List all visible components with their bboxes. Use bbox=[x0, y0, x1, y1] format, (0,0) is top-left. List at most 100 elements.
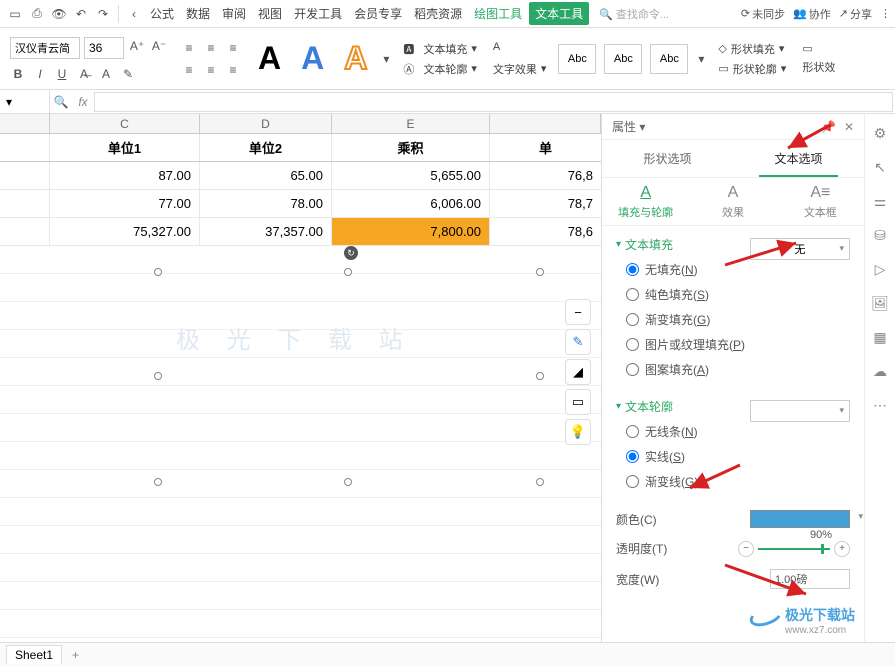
slider-track[interactable] bbox=[758, 548, 830, 550]
col-d[interactable]: D bbox=[200, 114, 332, 133]
menu-texttools[interactable]: 文本工具 bbox=[529, 2, 589, 25]
section-title-outline[interactable]: 文本轮廓 bbox=[616, 398, 673, 415]
add-sheet-icon[interactable]: + bbox=[66, 648, 85, 662]
decrease-font-icon[interactable]: A⁻ bbox=[150, 37, 168, 55]
resize-handle[interactable] bbox=[154, 372, 162, 380]
cell[interactable]: 75,327.00 bbox=[50, 218, 200, 245]
fill-preset-select[interactable]: 无 bbox=[750, 238, 850, 260]
resize-handle[interactable] bbox=[536, 268, 544, 276]
menu-left-icon[interactable]: ‹ bbox=[125, 5, 143, 23]
shape-style-more-icon[interactable]: ▾ bbox=[692, 50, 710, 68]
menu-devtools[interactable]: 开发工具 bbox=[289, 2, 347, 25]
wordart-more-icon[interactable]: ▾ bbox=[377, 50, 395, 68]
col-e[interactable]: E bbox=[332, 114, 490, 133]
tab-text-options[interactable]: 文本选项 bbox=[733, 140, 864, 177]
increase-icon[interactable]: + bbox=[834, 541, 850, 557]
side-play-icon[interactable]: ▷ bbox=[871, 260, 889, 278]
row-head[interactable] bbox=[0, 162, 50, 189]
pen-tool-icon[interactable]: ✎ bbox=[565, 329, 591, 355]
command-search[interactable]: 🔍 查找命令... bbox=[589, 6, 741, 22]
sheet-tab[interactable]: Sheet1 bbox=[6, 645, 62, 664]
cell[interactable]: 76,8 bbox=[490, 162, 601, 189]
resize-handle[interactable] bbox=[536, 478, 544, 486]
shape-style-3[interactable]: Abc bbox=[650, 44, 688, 74]
fill-tool-icon[interactable]: ◢ bbox=[565, 359, 591, 385]
rotate-handle-icon[interactable]: ↻ bbox=[344, 246, 358, 260]
menu-vip[interactable]: 会员专享 bbox=[349, 2, 407, 25]
cell[interactable]: 87.00 bbox=[50, 162, 200, 189]
pin-icon[interactable]: 📌 bbox=[821, 120, 836, 134]
shape-effect-button[interactable]: ▭ bbox=[802, 42, 835, 55]
underline-button[interactable]: U bbox=[54, 67, 70, 81]
italic-button[interactable]: I bbox=[32, 67, 48, 81]
undo-icon[interactable]: ↶ bbox=[72, 5, 90, 23]
font-name-select[interactable]: 汉仪青云简 bbox=[10, 37, 80, 59]
radio-solid-fill[interactable]: 纯色填充(S) bbox=[626, 286, 850, 303]
highlight-button[interactable]: ✎ bbox=[120, 67, 136, 81]
rect-tool-icon[interactable]: ▭ bbox=[565, 389, 591, 415]
resize-handle[interactable] bbox=[344, 478, 352, 486]
preview-icon[interactable]: 👁 bbox=[50, 5, 68, 23]
cell[interactable]: 6,006.00 bbox=[332, 190, 490, 217]
align-bot-icon[interactable]: ≡ bbox=[224, 39, 242, 57]
section-title-fill[interactable]: 文本填充 bbox=[616, 236, 673, 253]
col-c[interactable]: C bbox=[50, 114, 200, 133]
fontcolor-button[interactable]: A bbox=[98, 67, 114, 81]
name-box[interactable]: ▾ bbox=[0, 90, 50, 113]
opacity-slider[interactable]: − 90% + bbox=[738, 541, 850, 557]
coop-button[interactable]: 👥 协作 bbox=[793, 6, 831, 22]
resize-handle[interactable] bbox=[154, 268, 162, 276]
redo-icon[interactable]: ↷ bbox=[94, 5, 112, 23]
cell-highlighted[interactable]: 7,800.00 bbox=[332, 218, 490, 245]
side-cursor-icon[interactable]: ↖ bbox=[871, 158, 889, 176]
wordart-preset-2[interactable]: A bbox=[291, 40, 334, 77]
align-center-icon[interactable]: ≡ bbox=[202, 61, 220, 79]
bulb-tool-icon[interactable]: 💡 bbox=[565, 419, 591, 445]
radio-gradient-line[interactable]: 渐变线(G) bbox=[626, 473, 850, 490]
cell[interactable]: 65.00 bbox=[200, 162, 332, 189]
zoom-icon[interactable]: 🔍 bbox=[50, 95, 72, 109]
menu-formula[interactable]: 公式 bbox=[145, 2, 179, 25]
cell[interactable]: 77.00 bbox=[50, 190, 200, 217]
color-swatch[interactable] bbox=[750, 510, 850, 528]
share-button[interactable]: ↗ 分享 bbox=[839, 6, 872, 22]
text-effect-button[interactable]: A bbox=[493, 41, 547, 57]
outline-preset-select[interactable] bbox=[750, 400, 850, 422]
align-right-icon[interactable]: ≡ bbox=[224, 61, 242, 79]
sync-status[interactable]: ⟳ 未同步 bbox=[741, 6, 785, 22]
wordart-preset-1[interactable]: A bbox=[248, 40, 291, 77]
resize-handle[interactable] bbox=[344, 268, 352, 276]
shape-outline-button[interactable]: ▭形状轮廓 ▾ bbox=[718, 61, 786, 77]
width-input[interactable]: 1.00磅 bbox=[770, 569, 850, 589]
radio-no-line[interactable]: 无线条(N) bbox=[626, 423, 850, 440]
radio-pattern-fill[interactable]: 图案填充(A) bbox=[626, 361, 850, 378]
menu-review[interactable]: 审阅 bbox=[217, 2, 251, 25]
cell[interactable]: 78.00 bbox=[200, 190, 332, 217]
increase-font-icon[interactable]: A⁺ bbox=[128, 37, 146, 55]
radio-picture-fill[interactable]: 图片或纹理填充(P) bbox=[626, 336, 850, 353]
selected-shape[interactable]: ↻ 极 光 下 载 站 bbox=[158, 272, 540, 482]
radio-gradient-fill[interactable]: 渐变填充(G) bbox=[626, 311, 850, 328]
close-icon[interactable]: ✕ bbox=[844, 120, 854, 134]
radio-solid-line[interactable]: 实线(S) bbox=[626, 448, 850, 465]
col-partial[interactable] bbox=[490, 114, 601, 133]
side-image-icon[interactable]: 🖼 bbox=[871, 294, 889, 312]
align-top-icon[interactable]: ≡ bbox=[180, 39, 198, 57]
fx-icon[interactable]: fx bbox=[72, 95, 94, 109]
more-icon[interactable]: ⋮ bbox=[880, 6, 891, 22]
resize-handle[interactable] bbox=[154, 478, 162, 486]
row-head[interactable] bbox=[0, 190, 50, 217]
subtab-effect[interactable]: A 效果 bbox=[689, 178, 776, 225]
side-cloud-icon[interactable]: ☁ bbox=[871, 362, 889, 380]
row-head[interactable] bbox=[0, 218, 50, 245]
row-head[interactable] bbox=[0, 134, 50, 161]
side-gear-icon[interactable]: ⚙ bbox=[871, 124, 889, 142]
cell[interactable]: 78,7 bbox=[490, 190, 601, 217]
formula-input[interactable] bbox=[94, 92, 893, 112]
col-blank[interactable] bbox=[0, 114, 50, 133]
minus-tool-icon[interactable]: − bbox=[565, 299, 591, 325]
print-icon[interactable]: ⎙ bbox=[28, 5, 46, 23]
subtab-fill-outline[interactable]: A 填充与轮廓 bbox=[602, 178, 689, 225]
strike-button[interactable]: A̶ bbox=[76, 67, 92, 81]
spreadsheet-grid[interactable]: C D E 单位1 单位2 乘积 单 87.00 65.00 5,655.00 … bbox=[0, 114, 602, 642]
